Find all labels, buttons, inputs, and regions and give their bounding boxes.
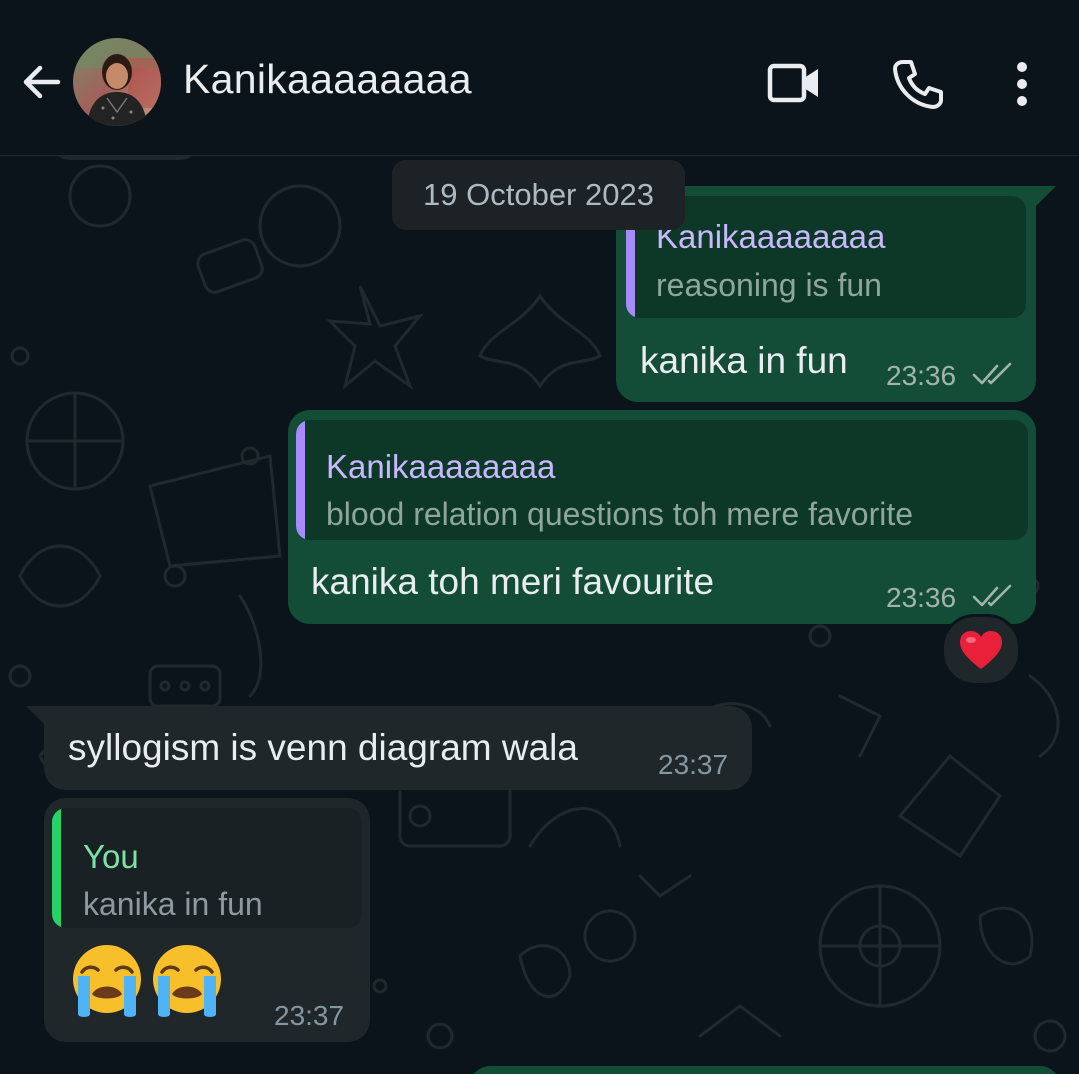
reply-quote[interactable]: You kanika in fun xyxy=(52,808,362,928)
message-reaction[interactable] xyxy=(941,614,1021,686)
message-text: kanika toh meri favourite xyxy=(311,561,715,602)
message-text: kanika in fun xyxy=(640,340,848,381)
message-bubble-outgoing[interactable]: Kanikaaaaaaaa blood relation questions t… xyxy=(288,410,1036,624)
message-time: 23:37 xyxy=(658,749,729,780)
chat-header: Kanikaaaaaaaa xyxy=(0,0,1079,156)
quote-sender: Kanikaaaaaaaa xyxy=(326,448,556,485)
more-vert-icon[interactable] xyxy=(1002,56,1042,112)
quote-text: kanika in fun xyxy=(83,886,263,922)
loudly-crying-face-icon xyxy=(73,945,141,1017)
quote-bar xyxy=(296,420,305,540)
quote-text: blood relation questions toh mere favori… xyxy=(326,496,914,532)
contact-name[interactable]: Kanikaaaaaaaa xyxy=(183,56,472,103)
loudly-crying-face-icon xyxy=(153,945,221,1017)
message-bubble-incoming[interactable]: syllogism is venn diagram wala 23:37 xyxy=(44,706,752,790)
message-bubble-incoming[interactable]: You kanika in fun 😭😭 23:37 xyxy=(44,798,370,1042)
message-time: 23:37 xyxy=(274,1000,345,1031)
double-check-icon xyxy=(972,584,1012,607)
quote-text: reasoning is fun xyxy=(656,267,882,303)
avatar[interactable] xyxy=(73,38,161,126)
quote-bar xyxy=(52,808,61,928)
reply-quote[interactable]: Kanikaaaaaaaa blood relation questions t… xyxy=(296,420,1028,540)
contact-photo xyxy=(73,38,161,126)
next-message-fragment xyxy=(470,1066,1060,1074)
quote-sender: Kanikaaaaaaaa xyxy=(656,218,886,255)
phone-icon[interactable] xyxy=(889,56,945,112)
chat-screen: Kanikaaaaaaaa 19 October 2023 Kanikaaaaa… xyxy=(0,0,1079,1074)
reply-quote[interactable]: Kanikaaaaaaaa reasoning is fun xyxy=(626,196,1026,318)
quote-sender: You xyxy=(83,838,139,875)
message-time: 23:36 xyxy=(886,582,957,613)
video-call-icon[interactable] xyxy=(766,56,822,112)
double-check-icon xyxy=(972,362,1012,385)
message-text: syllogism is venn diagram wala xyxy=(68,727,578,768)
date-separator: 19 October 2023 xyxy=(392,160,685,230)
back-arrow-icon[interactable] xyxy=(18,58,66,106)
message-time: 23:36 xyxy=(886,360,957,391)
heart-icon xyxy=(960,631,1002,669)
